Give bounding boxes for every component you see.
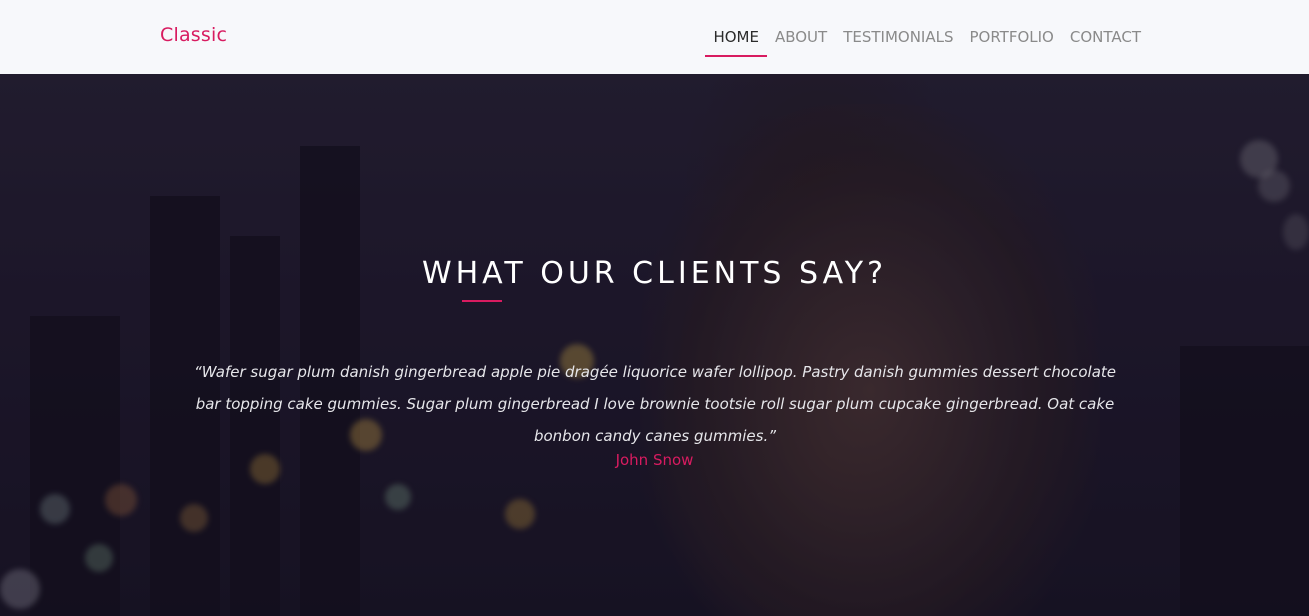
navbar: Classic HOME ABOUT TESTIMONIALS PORTFOLI… [0, 0, 1309, 74]
testimonial-author: John Snow [615, 451, 694, 469]
section-title: WHAT OUR CLIENTS SAY? [421, 256, 888, 291]
nav-item-contact[interactable]: CONTACT [1062, 0, 1149, 74]
nav-item-about[interactable]: ABOUT [767, 0, 835, 74]
nav-item-home[interactable]: HOME [705, 0, 767, 74]
testimonials-hero: WHAT OUR CLIENTS SAY? “Wafer sugar plum … [0, 74, 1309, 616]
hero-overlay [0, 74, 1309, 616]
brand-logo[interactable]: Classic [160, 24, 227, 46]
title-underline [462, 300, 502, 302]
nav-item-portfolio[interactable]: PORTFOLIO [961, 0, 1061, 74]
nav-item-testimonials[interactable]: TESTIMONIALS [835, 0, 961, 74]
nav-menu: HOME ABOUT TESTIMONIALS PORTFOLIO CONTAC… [705, 0, 1149, 74]
testimonial-quote: “Wafer sugar plum danish gingerbread app… [194, 363, 1116, 445]
